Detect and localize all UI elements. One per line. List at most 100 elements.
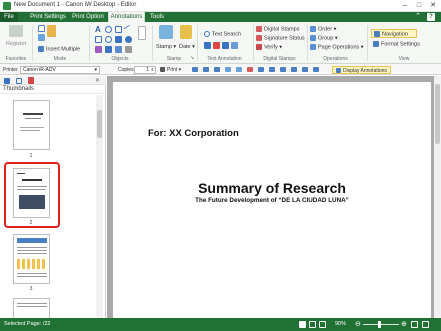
undo-icon[interactable] [225, 67, 231, 72]
format-settings-button[interactable]: Format Settings [373, 41, 420, 47]
thumbnail-page-1[interactable] [13, 100, 50, 150]
verify-button[interactable]: Verify ▾ [256, 44, 282, 50]
digital-stamps-label: Digital Stamps [264, 26, 300, 33]
tab-tools[interactable]: Tools [147, 12, 167, 22]
text-note-icon[interactable] [231, 42, 238, 49]
fit-page-icon[interactable] [411, 321, 418, 328]
close-icon[interactable]: ✕ [426, 0, 440, 12]
thumbnails-icon[interactable] [4, 78, 10, 84]
layout-icon[interactable] [269, 67, 275, 72]
thumbnail-page-3[interactable] [13, 234, 50, 284]
help-icon[interactable]: ? [427, 13, 435, 21]
ellipse-icon[interactable] [105, 26, 112, 33]
page-operations-button[interactable]: Page Operations ▾ [310, 44, 364, 50]
stamp-icon[interactable] [159, 25, 173, 39]
close-pane-icon[interactable]: ✕ [95, 77, 100, 84]
filled-rectangle-icon[interactable] [115, 36, 122, 43]
zoom-slider-track[interactable] [363, 324, 399, 325]
register-button[interactable]: Register [6, 41, 26, 47]
navigation-button[interactable]: Navigation [371, 29, 417, 38]
link-icon[interactable] [115, 46, 122, 53]
zoom-fit-icon[interactable] [192, 67, 198, 72]
single-page-view-icon[interactable] [299, 321, 306, 328]
shapes-more-icon[interactable] [125, 46, 132, 53]
tab-print-option[interactable]: Print Option [70, 12, 106, 22]
copies-input[interactable]: 1 ⇕ [134, 65, 156, 74]
marker-icon[interactable] [95, 46, 102, 53]
copies-label: Copies [118, 67, 134, 73]
continuous-view-icon[interactable] [319, 321, 326, 328]
square-icon[interactable] [95, 36, 102, 43]
text-strikeout-icon[interactable] [213, 42, 220, 49]
signature-status-label: Signature Status [264, 35, 305, 42]
document-title: Summary of Research [198, 180, 346, 196]
viewer-scrollbar[interactable] [434, 76, 441, 318]
line-icon[interactable] [123, 24, 134, 35]
display-annotations-button[interactable]: Display Annotations [332, 65, 391, 74]
scrollbar-thumb[interactable] [97, 110, 102, 138]
group-button[interactable]: Group ▾ [310, 35, 338, 41]
text-search-button[interactable]: Text Search [204, 31, 241, 37]
zoom-out-icon[interactable]: ⊖ [355, 321, 361, 328]
thumb-text-line [17, 276, 47, 277]
pen-icon[interactable] [105, 46, 112, 53]
printer-select[interactable]: Canon iR-ADV ▾ [20, 65, 100, 74]
objects-gallery-icon[interactable] [138, 26, 146, 40]
text-box-icon[interactable]: A [95, 26, 102, 34]
tab-annotations[interactable]: Annotations [108, 12, 145, 22]
minimize-icon[interactable]: – [398, 0, 412, 12]
bookmark-icon[interactable] [28, 77, 34, 84]
group-button-label: Group [318, 35, 334, 42]
thumb-text-line [17, 189, 45, 190]
circle-icon[interactable] [105, 36, 112, 43]
redo-icon[interactable] [236, 67, 242, 72]
format-settings-icon [373, 41, 379, 47]
thumbnail-page-number: 3 [29, 286, 33, 292]
thumb-text-line [17, 173, 25, 174]
select-mode-icon[interactable] [38, 25, 45, 32]
maximize-icon[interactable]: □ [412, 0, 426, 12]
register-icon[interactable] [9, 25, 23, 37]
thumb-text-line [25, 118, 41, 119]
collapse-ribbon-icon[interactable]: ⌃ [414, 13, 422, 21]
zoom-page-icon[interactable] [203, 67, 209, 72]
stamp-button[interactable]: Stamp ▾ [156, 44, 176, 50]
order-button[interactable]: Order ▾ [310, 26, 336, 32]
zoom-width-icon[interactable] [214, 67, 220, 72]
two-page-view-icon[interactable] [309, 321, 316, 328]
spinner-icon[interactable]: ⇕ [151, 67, 154, 73]
thumbnail-page-4[interactable] [13, 298, 50, 318]
hand-tool-icon[interactable] [47, 25, 56, 37]
signature-status-button[interactable]: Signature Status [256, 35, 305, 41]
rectangle-icon[interactable] [115, 26, 122, 33]
date-button[interactable]: Date ▾ [179, 44, 195, 50]
scrollbar-thumb[interactable] [435, 84, 440, 144]
document-viewer: For: XX Corporation Summary of Research … [107, 76, 441, 318]
digital-stamps-button[interactable]: Digital Stamps [256, 26, 299, 32]
text-highlight-icon[interactable] [204, 42, 211, 49]
insert-multiple-button[interactable]: Insert Multiple [38, 46, 80, 52]
group-objects: Objects [111, 56, 129, 62]
delete-icon[interactable] [247, 67, 253, 72]
snap-icon[interactable] [313, 67, 319, 72]
edit-icon[interactable] [38, 34, 45, 41]
rotate-icon[interactable] [258, 67, 264, 72]
date-icon[interactable] [180, 25, 192, 39]
page-setup-icon[interactable] [280, 67, 286, 72]
zoom-slider-handle[interactable] [378, 321, 381, 328]
thumbnail-scrollbar[interactable] [96, 95, 103, 318]
text-search-icon [204, 31, 210, 37]
tab-file[interactable]: File [0, 12, 18, 22]
zoom-in-icon[interactable]: ⊕ [401, 321, 407, 328]
annotation-list-icon[interactable] [16, 78, 22, 84]
print-button[interactable]: Print ▾ [160, 67, 181, 73]
tab-print-settings[interactable]: Print Settings [28, 12, 68, 22]
text-underline-icon[interactable] [222, 42, 229, 49]
properties-icon[interactable] [291, 67, 297, 72]
grid-icon[interactable] [302, 67, 308, 72]
stamp-dialog-launcher-icon[interactable]: ↘ [190, 55, 194, 61]
fit-width-icon[interactable] [422, 321, 429, 328]
thumbnail-page-2[interactable] [13, 168, 50, 218]
filled-ellipse-icon[interactable] [125, 36, 132, 43]
ribbon-tab-bar: File Print Settings Print Option Annotat… [0, 12, 441, 22]
